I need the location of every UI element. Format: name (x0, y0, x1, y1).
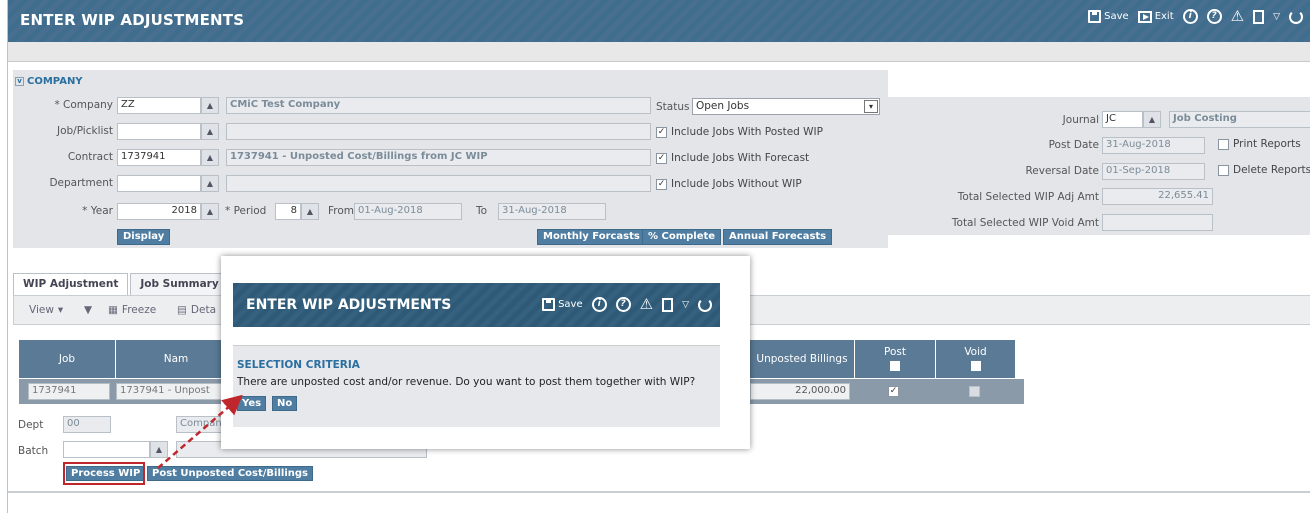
annotation-arrow (157, 394, 243, 469)
arrow-line (157, 394, 243, 469)
